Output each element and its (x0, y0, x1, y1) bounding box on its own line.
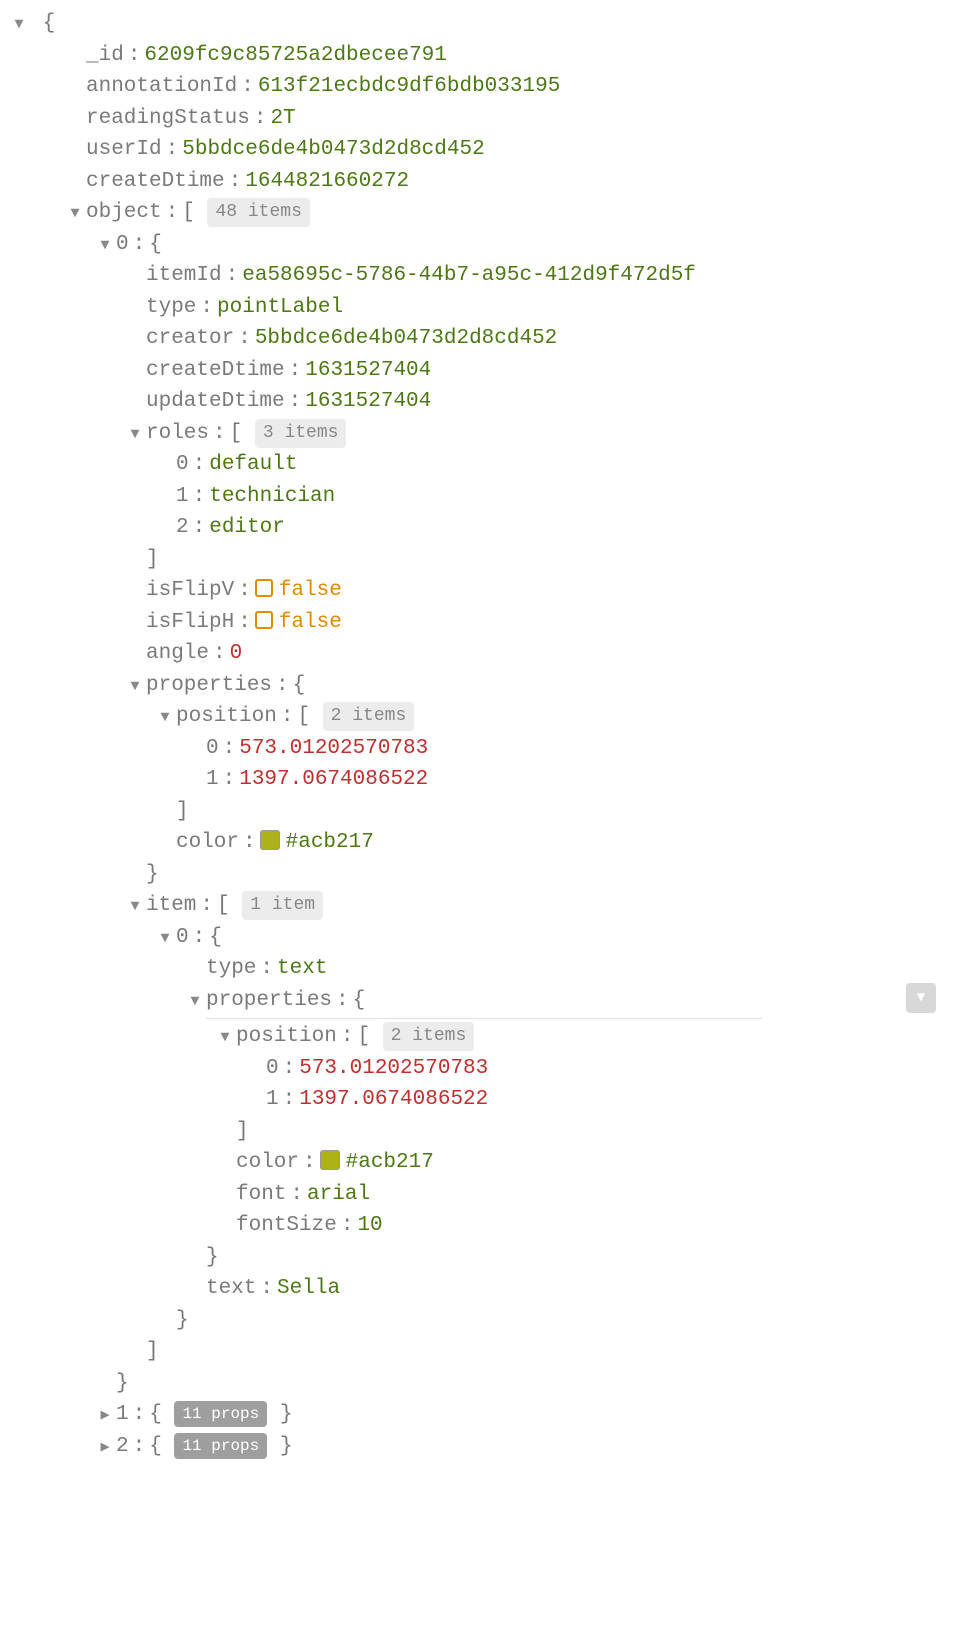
row-pos-close: ] (10, 796, 948, 828)
row-roles-0: 0:default (10, 449, 948, 481)
row-updateDtime: updateDtime:1631527404 (10, 386, 948, 418)
caret-down-icon[interactable] (126, 896, 144, 919)
row-item-pos-1: 1:1397.0674086522 (10, 1084, 948, 1116)
row-roles-close: ] (10, 544, 948, 576)
row-roles[interactable]: roles:[ 3 items (10, 418, 948, 450)
caret-down-icon[interactable] (96, 235, 114, 258)
row-isFlipH: isFlipH:false (10, 607, 948, 639)
row-object-2[interactable]: 2:{ 11 props } (10, 1431, 948, 1463)
row-readingStatus: readingStatus:2T (10, 103, 948, 135)
row-userId: userId:5bbdce6de4b0473d2d8cd452 (10, 134, 948, 166)
caret-down-icon[interactable] (156, 928, 174, 951)
row-item-color: color:#acb217 (10, 1147, 948, 1179)
row-item-pos-close: ] (10, 1116, 948, 1148)
row-item-position[interactable]: position:[ 2 items (10, 1021, 948, 1053)
row-item[interactable]: item:[ 1 item (10, 890, 948, 922)
row-roles-1: 1:technician (10, 481, 948, 513)
row-object-0-close: } (10, 1368, 948, 1400)
root-open[interactable]: { (10, 8, 948, 40)
color-swatch (260, 830, 280, 850)
count-badge: 1 item (242, 891, 323, 920)
row-pos-1: 1:1397.0674086522 (10, 764, 948, 796)
row-properties[interactable]: properties:{ (10, 670, 948, 702)
row-item-close: ] (10, 1336, 948, 1368)
count-badge: 48 items (207, 198, 309, 227)
caret-down-icon[interactable] (10, 14, 28, 37)
row-item-0[interactable]: 0:{ (10, 922, 948, 954)
row-item-properties[interactable]: properties:{▼ (10, 985, 948, 1022)
row-item-type: type:text (10, 953, 948, 985)
count-badge: 2 items (323, 702, 415, 731)
row-properties-close: } (10, 859, 948, 891)
row-position[interactable]: position:[ 2 items (10, 701, 948, 733)
row-item-0-close: } (10, 1305, 948, 1337)
props-badge: 11 props (174, 1401, 267, 1427)
row-object-0[interactable]: 0:{ (10, 229, 948, 261)
dropdown-button[interactable]: ▼ (906, 983, 936, 1013)
row-createDtime: createDtime:1644821660272 (10, 166, 948, 198)
row-pos-0: 0:573.01202570783 (10, 733, 948, 765)
row-itemId: itemId:ea58695c-5786-44b7-a95c-412d9f472… (10, 260, 948, 292)
row-angle: angle:0 (10, 638, 948, 670)
row-type: type:pointLabel (10, 292, 948, 324)
row-item-font: font:arial (10, 1179, 948, 1211)
row-annotationId: annotationId:613f21ecbdc9df6bdb033195 (10, 71, 948, 103)
row-item-pos-0: 0:573.01202570783 (10, 1053, 948, 1085)
row-item-text: text:Sella (10, 1273, 948, 1305)
row-roles-2: 2:editor (10, 512, 948, 544)
caret-down-icon[interactable] (126, 676, 144, 699)
caret-down-icon[interactable] (126, 424, 144, 447)
checkbox-icon[interactable] (255, 611, 273, 629)
caret-down-icon[interactable] (186, 991, 204, 1014)
json-tree: { _id:6209fc9c85725a2dbecee791 annotatio… (10, 8, 948, 1462)
caret-right-icon[interactable] (96, 1437, 114, 1460)
color-swatch (320, 1150, 340, 1170)
row-object-1[interactable]: 1:{ 11 props } (10, 1399, 948, 1431)
row-item-properties-close: } (10, 1242, 948, 1274)
caret-down-icon[interactable] (156, 707, 174, 730)
row-isFlipV: isFlipV:false (10, 575, 948, 607)
caret-down-icon[interactable] (216, 1027, 234, 1050)
row-id: _id:6209fc9c85725a2dbecee791 (10, 40, 948, 72)
row-object[interactable]: object:[ 48 items (10, 197, 948, 229)
count-badge: 3 items (255, 419, 347, 448)
row-creator: creator:5bbdce6de4b0473d2d8cd452 (10, 323, 948, 355)
props-badge: 11 props (174, 1433, 267, 1459)
row-item-fontSize: fontSize:10 (10, 1210, 948, 1242)
caret-right-icon[interactable] (96, 1405, 114, 1428)
caret-down-icon[interactable] (66, 203, 84, 226)
count-badge: 2 items (383, 1022, 475, 1051)
checkbox-icon[interactable] (255, 579, 273, 597)
row-createDtime2: createDtime:1631527404 (10, 355, 948, 387)
row-color: color:#acb217 (10, 827, 948, 859)
